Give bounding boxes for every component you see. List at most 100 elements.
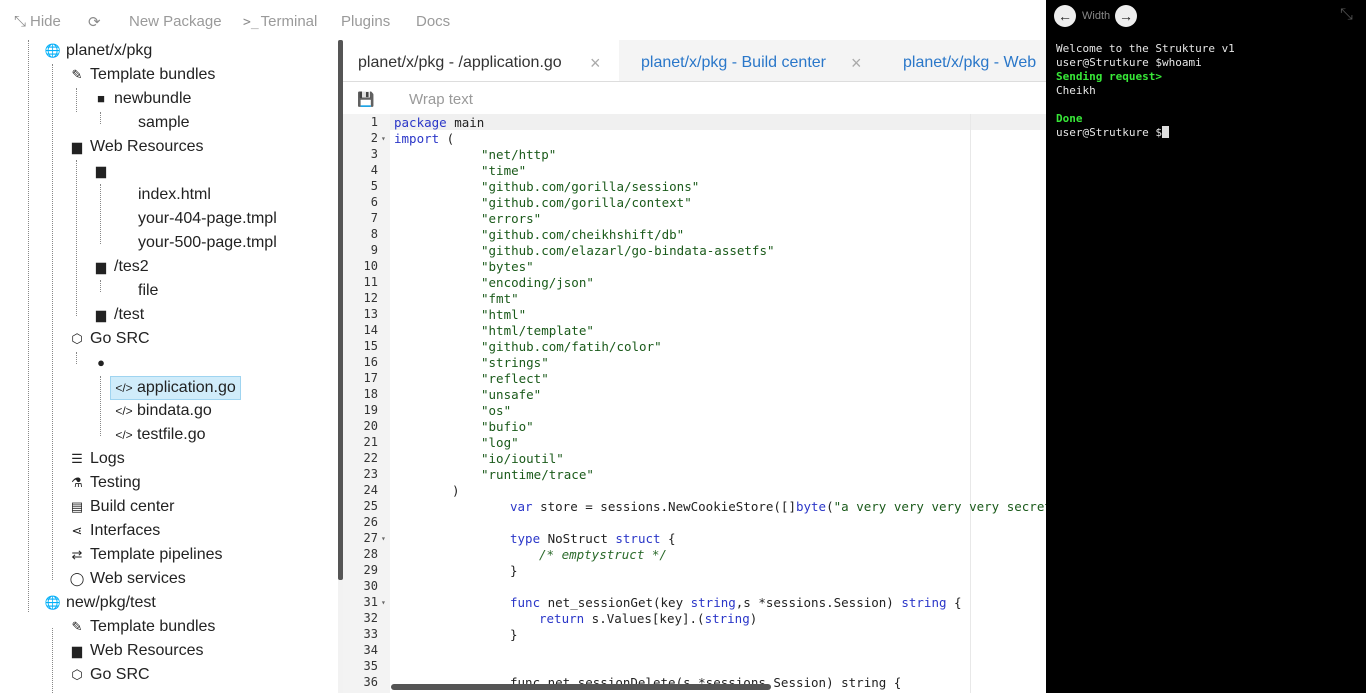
tree-item-newbundle[interactable]: ■ newbundle xyxy=(92,87,191,111)
line-number: 9 xyxy=(370,243,378,257)
line-number: 25 xyxy=(363,499,378,513)
tree-guide xyxy=(28,40,29,612)
line-number: 19 xyxy=(363,403,378,417)
line-number: 27 xyxy=(363,531,378,545)
line-number: 1 xyxy=(370,115,378,129)
tree-item-bindata-go[interactable]: </> bindata.go xyxy=(115,399,211,423)
tree-item-404-page[interactable]: your-404-page.tmpl xyxy=(138,207,277,231)
arrow-right-icon[interactable]: → xyxy=(1115,5,1137,27)
refresh-icon: ⟳ xyxy=(88,14,101,31)
terminal-line: Cheikh xyxy=(1056,84,1096,97)
new-package-button[interactable]: New Package xyxy=(129,13,222,30)
code-line: "os" xyxy=(481,403,512,418)
tree-item-index-html[interactable]: index.html xyxy=(138,183,211,207)
tree-item-root-folder[interactable]: ▆ xyxy=(92,159,114,183)
code-line: import ( xyxy=(394,131,455,146)
line-number: 14 xyxy=(363,323,378,337)
code-line: return s.Values[key].(string) xyxy=(539,611,758,626)
edit-icon: ✎ xyxy=(71,67,83,82)
line-number: 10 xyxy=(363,259,378,273)
line-number: 31 xyxy=(363,595,378,609)
tree-item-build-center[interactable]: ▤ Build center xyxy=(68,495,175,519)
circle-icon: ● xyxy=(97,355,105,370)
compress-icon[interactable]: ⤡ xyxy=(1340,6,1353,24)
tree-guide xyxy=(52,64,53,580)
tree-guide xyxy=(76,352,77,364)
tab-application-go[interactable]: planet/x/pkg - /application.go × xyxy=(343,40,619,81)
hide-button[interactable]: ⤡ Hide xyxy=(14,13,61,30)
tree-item-sample[interactable]: sample xyxy=(138,111,190,135)
terminal-prompt[interactable]: user@Strutkure $ xyxy=(1056,126,1169,139)
line-number: 20 xyxy=(363,419,378,433)
line-number: 6 xyxy=(370,195,378,209)
code-line: "strings" xyxy=(481,355,549,370)
tree-item-go-src-2[interactable]: ⬡ Go SRC xyxy=(68,663,149,687)
active-line-highlight xyxy=(390,114,1046,130)
fold-toggle-icon[interactable]: ▾ xyxy=(381,534,386,543)
close-icon[interactable]: × xyxy=(851,40,862,86)
code-line: "runtime/trace" xyxy=(481,467,594,482)
tree-item-test[interactable]: ▆/test xyxy=(92,303,144,327)
fold-toggle-icon[interactable]: ▾ xyxy=(381,134,386,143)
tree-item-pkg1[interactable]: 🌐 planet/x/pkg xyxy=(44,40,152,63)
terminal-line: Welcome to the Strukture v1 xyxy=(1056,42,1235,55)
code-icon: </> xyxy=(115,428,133,442)
tree-item-interfaces[interactable]: ⋖ Interfaces xyxy=(68,519,161,543)
tree-guide xyxy=(100,184,101,244)
line-number: 16 xyxy=(363,355,378,369)
editor-actions-bar: 💾 Wrap text xyxy=(343,82,1046,116)
code-area[interactable]: 1 2 ▾ 3 4 5 6 7 8 9 10 11 12 13 14 15 16 17 18 19 20 21 22 23 24… xyxy=(343,114,1046,693)
tree-item-go-src[interactable]: ⬡ Go SRC xyxy=(68,327,149,351)
code-line: "unsafe" xyxy=(481,387,542,402)
code-line: "bytes" xyxy=(481,259,534,274)
folder-icon: ▆ xyxy=(72,139,82,154)
fold-toggle-icon[interactable]: ▾ xyxy=(381,598,386,607)
line-number: 34 xyxy=(363,643,378,657)
line-number: 3 xyxy=(370,147,378,161)
tree-item-testing[interactable]: ⚗ Testing xyxy=(68,471,141,495)
line-number-gutter: 1 2 ▾ 3 4 5 6 7 8 9 10 11 12 13 14 15 16 17 18 19 20 21 22 23 24… xyxy=(343,114,390,693)
tree-item-web-services[interactable]: ◯ Web services xyxy=(68,567,186,591)
tree-item-logs[interactable]: ☰ Logs xyxy=(68,447,125,471)
code-line: func net_sessionGet(key string,s *sessio… xyxy=(510,595,962,610)
server-icon: ▤ xyxy=(70,499,84,514)
line-number: 11 xyxy=(363,275,378,289)
terminal-panel[interactable]: ← Width → ⤡ Welcome to the Strukture v1 u… xyxy=(1046,0,1366,693)
package-tree: 🌐 planet/x/pkg ✎ Template bundles ■ newbund… xyxy=(0,40,338,693)
terminal-button[interactable]: >_ Terminal xyxy=(243,13,317,30)
code-line: type NoStruct struct { xyxy=(510,531,676,546)
tree-item-template-pipelines[interactable]: ⇄ Template pipelines xyxy=(68,543,223,567)
tree-item-file[interactable]: file xyxy=(138,279,158,303)
tree-item-pkg2[interactable]: 🌐 new/pkg/test xyxy=(44,591,156,615)
line-number: 15 xyxy=(363,339,378,353)
tree-item-web-resources[interactable]: ▆ Web Resources xyxy=(68,135,204,159)
plugins-button[interactable]: Plugins xyxy=(341,13,390,30)
save-icon[interactable]: 💾 xyxy=(357,91,374,108)
folder-icon: ▆ xyxy=(96,163,106,178)
line-number: 5 xyxy=(370,179,378,193)
editor-tabs: planet/x/pkg - /application.go × planet/… xyxy=(343,40,1046,82)
tree-item-template-bundles[interactable]: ✎ Template bundles xyxy=(68,63,216,87)
tree-item-template-bundles-2[interactable]: ✎ Template bundles xyxy=(68,615,216,639)
code-line: "github.com/gorilla/sessions" xyxy=(481,179,700,194)
wrap-text-button[interactable]: Wrap text xyxy=(409,91,473,108)
tree-item-go-root[interactable]: ● xyxy=(92,351,114,375)
docs-button[interactable]: Docs xyxy=(416,13,450,30)
code-line: "bufio" xyxy=(481,419,534,434)
line-number: 2 xyxy=(370,131,378,145)
tree-item-500-page[interactable]: your-500-page.tmpl xyxy=(138,231,277,255)
arrow-left-icon[interactable]: ← xyxy=(1054,5,1076,27)
tab-web[interactable]: planet/x/pkg - Web xyxy=(903,40,1046,81)
tab-build-center[interactable]: planet/x/pkg - Build center × xyxy=(641,40,871,81)
refresh-button[interactable]: ⟳ xyxy=(88,13,105,31)
tree-item-tes2[interactable]: ▆/tes2 xyxy=(92,255,149,279)
tree-guide xyxy=(52,628,53,693)
horizontal-scrollbar[interactable] xyxy=(391,684,771,690)
tree-item-application-go[interactable]: </> application.go xyxy=(110,376,241,400)
tree-item-testfile-go[interactable]: </> testfile.go xyxy=(115,423,205,447)
tree-item-web-resources-2[interactable]: ▆ Web Resources xyxy=(68,639,204,663)
close-icon[interactable]: × xyxy=(590,40,601,86)
code-icon: </> xyxy=(115,404,133,418)
square-icon: ■ xyxy=(97,91,105,106)
line-number: 26 xyxy=(363,515,378,529)
